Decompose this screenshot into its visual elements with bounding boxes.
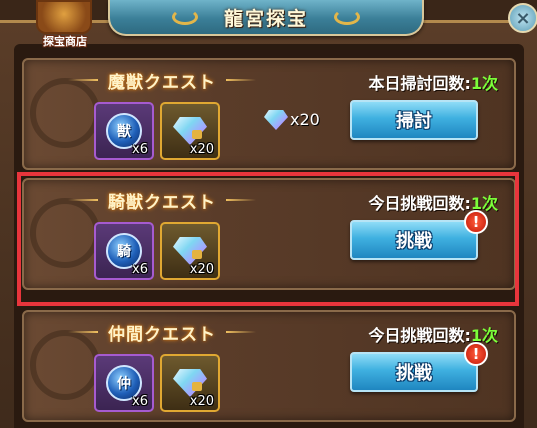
swirl-ornament-icon — [334, 9, 360, 25]
close-button[interactable]: × — [508, 3, 537, 33]
item-quantity: x6 — [132, 394, 148, 409]
item-quantity: x20 — [189, 394, 214, 409]
reward-diamond-icon — [264, 110, 288, 130]
quest-card-beast: 魔獣クエスト 本日掃討回数:1次 獣 x6 x20 x20 掃討 — [22, 58, 516, 170]
counter-label: 本日掃討回数: — [368, 74, 471, 93]
sweep-button[interactable]: 掃討 — [350, 100, 478, 140]
item-quantity: x6 — [132, 142, 148, 157]
item-quantity: x20 — [189, 142, 214, 157]
swirl-ornament-icon — [172, 9, 198, 25]
gem-item-slot[interactable]: x20 — [160, 354, 220, 412]
lock-icon — [192, 130, 202, 139]
lock-icon — [192, 382, 202, 391]
quest-card-companion: 仲間クエスト 今日挑戦回数:1次 仲 x6 x20 挑戦 ! — [22, 310, 516, 422]
counter-value: 1次 — [470, 74, 498, 93]
page-title: 龍宮探宝 — [223, 7, 308, 30]
challenge-button[interactable]: 挑戦 — [350, 352, 478, 392]
shop-label[interactable]: 探宝商店 — [30, 33, 100, 49]
title-bar: 龍宮探宝 — [108, 0, 424, 36]
selection-highlight — [17, 172, 519, 306]
quest-counter: 本日掃討回数:1次 — [368, 70, 498, 94]
counter-label: 今日挑戦回数: — [368, 326, 471, 345]
gem-item-slot[interactable]: x20 — [160, 102, 220, 160]
quest-title: 魔獣クエスト — [68, 67, 242, 93]
reward-quantity: x20 — [290, 110, 320, 129]
close-icon: × — [515, 7, 531, 29]
quest-title: 仲間クエスト — [68, 319, 242, 345]
beast-item-slot[interactable]: 仲 x6 — [94, 354, 154, 412]
treasure-chest-icon[interactable] — [36, 0, 92, 34]
alert-badge-icon: ! — [464, 342, 488, 366]
beast-item-slot[interactable]: 獣 x6 — [94, 102, 154, 160]
